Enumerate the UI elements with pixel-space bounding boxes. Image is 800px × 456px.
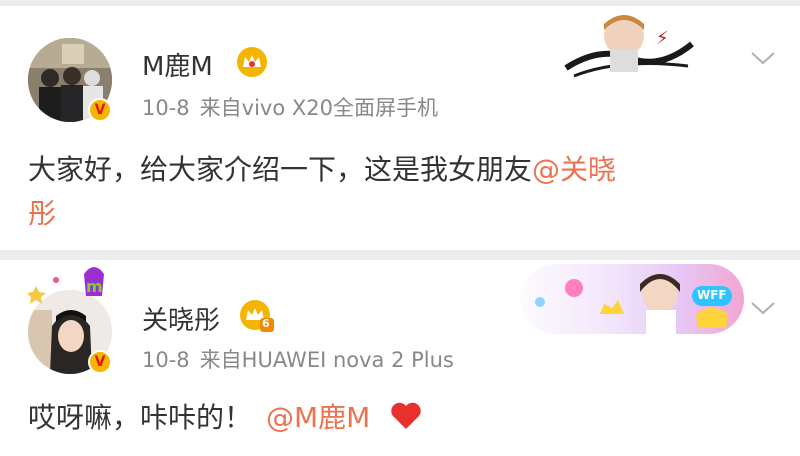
svg-text:⚡: ⚡ [656,28,669,49]
mention-link[interactable]: @关晓 [532,153,616,186]
source-prefix: 来自 [199,348,242,372]
verified-badge-icon: V [88,350,112,374]
card-banner-decoration: WFF [520,264,744,334]
heart-icon [391,402,421,429]
post-source[interactable]: vivo X20全面屏手机 [242,96,438,120]
post-source[interactable]: HUAWEI nova 2 Plus [242,348,454,372]
mention-link-continued[interactable]: 彤 [28,197,56,230]
sticker-decoration: ⚡ [564,15,694,78]
verified-badge-icon: V [88,98,112,122]
username[interactable]: M鹿M [142,46,213,83]
crown-level: 6 [262,317,270,330]
post-text: 哎呀嘛，咔咔的！ [28,401,253,434]
post-content: 大家好，给大家介绍一下，这是我女朋友@关晓 彤 [28,148,788,236]
post-date: 10-8 [142,96,190,120]
username[interactable]: 关晓彤 [142,300,220,337]
badge-letter: V [94,354,106,370]
banner-label: WFF [697,288,727,302]
post-meta: 10-8 来自vivo X20全面屏手机 [142,92,438,122]
mention-link[interactable]: @M鹿M [266,401,370,434]
weibo-post-1: V M鹿M 10-8 来自vivo X20全面屏手机 ⚡ 大家好，给大家介绍一下，… [0,6,800,250]
avatar-frame-decoration: m [28,267,104,304]
svg-text:m: m [86,277,103,296]
chevron-down-icon[interactable] [748,298,778,318]
post-date: 10-8 [142,348,190,372]
source-prefix: 来自 [199,96,242,120]
badge-letter: V [94,102,106,118]
weibo-post-2: V m 关晓彤 6 10-8 来自HUAWEI nova 2 Plus WFF [0,260,800,456]
post-meta: 10-8 来自HUAWEI nova 2 Plus [142,344,454,374]
post-content: 哎呀嘛，咔咔的！ @M鹿M [28,396,788,440]
crown-icon [240,300,274,332]
post-text: 大家好，给大家介绍一下，这是我女朋友 [28,153,533,186]
chevron-down-icon[interactable] [748,48,778,68]
crown-icon [237,47,267,77]
